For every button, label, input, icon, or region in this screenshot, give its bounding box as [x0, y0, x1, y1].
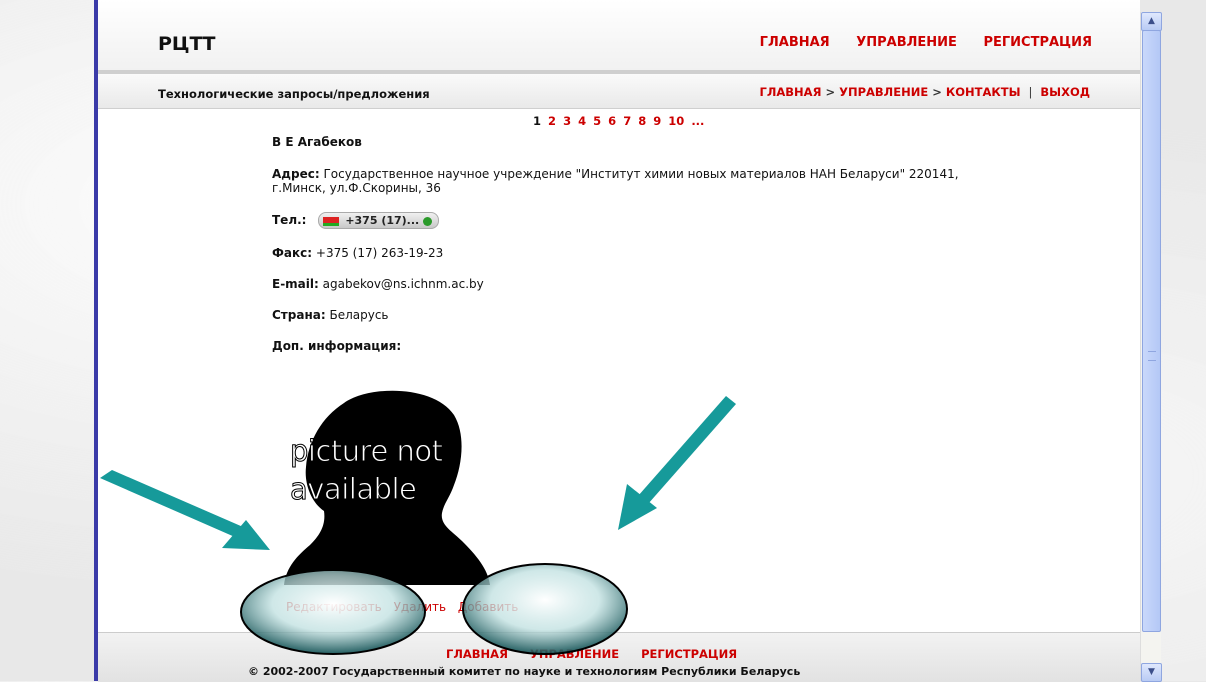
email-value: agabekov@ns.ichnm.ac.by [322, 277, 484, 291]
fax-value: +375 (17) 263-19-23 [315, 246, 444, 260]
nav-link-registration[interactable]: РЕГИСТРАЦИЯ [983, 35, 1092, 50]
picture-unavailable-line2: available [290, 472, 418, 507]
phone-label: Тел.: [272, 213, 307, 227]
country-value: Беларусь [329, 308, 389, 322]
page-link[interactable]: 10 [668, 114, 684, 128]
phone-value: +375 (17)... [345, 214, 420, 227]
site-logo: РЦТТ [158, 33, 216, 55]
scroll-grip-icon [1148, 351, 1156, 361]
add-link[interactable]: Добавить [458, 600, 518, 614]
address-value: Государственное научное учреждение "Инст… [272, 167, 959, 195]
page-link[interactable]: 8 [638, 114, 646, 128]
contact-actions: Редактировать Удалить Добавить [286, 600, 526, 614]
breadcrumb-main[interactable]: ГЛАВНАЯ [760, 85, 822, 99]
breadcrumb-contacts[interactable]: КОНТАКТЫ [946, 85, 1021, 99]
page-link[interactable]: 2 [548, 114, 556, 128]
address-row: Адрес: Государственное научное учреждени… [272, 167, 992, 195]
section-title: Технологические запросы/предложения [158, 87, 430, 101]
logout-link[interactable]: ВЫХОД [1040, 85, 1090, 99]
extra-info-row: Доп. информация: [272, 339, 992, 353]
country-label: Страна: [272, 308, 326, 322]
scroll-down-icon[interactable]: ▼ [1141, 663, 1162, 682]
logout-separator: | [1028, 85, 1033, 99]
page-link[interactable]: 9 [653, 114, 661, 128]
call-icon [423, 216, 433, 226]
breadcrumb-separator: > [825, 85, 836, 99]
contact-details: В Е Агабеков Адрес: Государственное науч… [272, 135, 992, 370]
vertical-scrollbar[interactable]: ▲ ▼ [1140, 12, 1162, 682]
footer-link-registration[interactable]: РЕГИСТРАЦИЯ [641, 647, 737, 661]
picture-unavailable-line1: picture not [290, 434, 444, 469]
page-link[interactable]: 4 [578, 114, 586, 128]
top-nav: ГЛАВНАЯ УПРАВЛЕНИЕ РЕГИСТРАЦИЯ [738, 35, 1092, 50]
extra-info-label: Доп. информация: [272, 339, 402, 353]
scroll-up-icon[interactable]: ▲ [1141, 12, 1162, 31]
page: РЦТТ ГЛАВНАЯ УПРАВЛЕНИЕ РЕГИСТРАЦИЯ Техн… [98, 0, 1140, 682]
copyright: © 2002-2007 Государственный комитет по н… [248, 665, 801, 678]
delete-link[interactable]: Удалить [394, 600, 447, 614]
pagination: 1 2 3 4 5 6 7 8 9 10 ... [533, 114, 707, 128]
fax-label: Факс: [272, 246, 313, 260]
email-row: E-mail: agabekov@ns.ichnm.ac.by [272, 277, 992, 291]
picture-unavailable-text: picture not available [290, 432, 444, 508]
page-link[interactable]: 7 [623, 114, 631, 128]
phone-call-widget[interactable]: +375 (17)... [318, 212, 440, 229]
flag-icon [323, 216, 340, 226]
country-row: Страна: Беларусь [272, 308, 992, 322]
breadcrumb-separator: > [932, 85, 942, 99]
email-label: E-mail: [272, 277, 319, 291]
fax-row: Факс: +375 (17) 263-19-23 [272, 246, 992, 260]
page-link[interactable]: 3 [563, 114, 571, 128]
phone-row: Тел.: +375 (17)... [272, 212, 992, 229]
footer-nav: ГЛАВНАЯ УПРАВЛЕНИЕ РЕГИСТРАЦИЯ [446, 647, 755, 661]
nav-link-management[interactable]: УПРАВЛЕНИЕ [856, 35, 957, 50]
nav-link-main[interactable]: ГЛАВНАЯ [760, 35, 830, 50]
page-current: 1 [533, 114, 542, 128]
sub-header: Технологические запросы/предложения ГЛАВ… [98, 74, 1140, 109]
edit-link[interactable]: Редактировать [286, 600, 382, 614]
page-link[interactable]: 5 [593, 114, 601, 128]
address-label: Адрес: [272, 167, 320, 181]
page-more-link[interactable]: ... [691, 114, 704, 128]
header: РЦТТ ГЛАВНАЯ УПРАВЛЕНИЕ РЕГИСТРАЦИЯ [98, 0, 1140, 74]
footer-link-management[interactable]: УПРАВЛЕНИЕ [530, 647, 619, 661]
footer-link-main[interactable]: ГЛАВНАЯ [446, 647, 508, 661]
contact-name: В Е Агабеков [272, 135, 362, 149]
footer: ГЛАВНАЯ УПРАВЛЕНИЕ РЕГИСТРАЦИЯ © 2002-20… [98, 632, 1140, 682]
breadcrumb-management[interactable]: УПРАВЛЕНИЕ [839, 85, 928, 99]
breadcrumb: ГЛАВНАЯ > УПРАВЛЕНИЕ > КОНТАКТЫ | ВЫХОД [760, 85, 1091, 99]
scroll-thumb[interactable] [1142, 30, 1161, 632]
page-link[interactable]: 6 [608, 114, 616, 128]
